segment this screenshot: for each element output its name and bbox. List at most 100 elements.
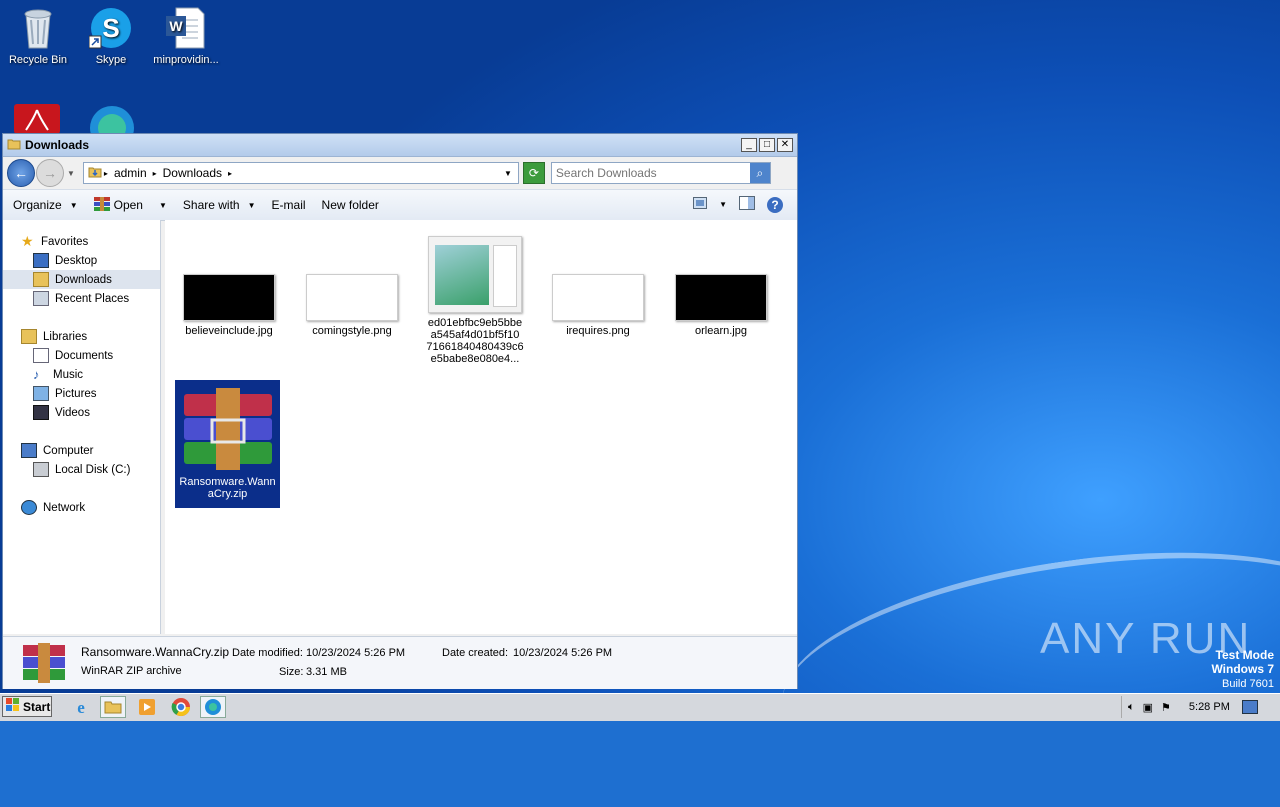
chevron-down-icon: ▼ bbox=[247, 200, 256, 210]
file-item[interactable]: comingstyle.png bbox=[302, 274, 402, 337]
desktop-icon-skype[interactable]: S Skype bbox=[73, 6, 149, 66]
close-button[interactable]: ✕ bbox=[777, 138, 793, 152]
breadcrumb-downloads[interactable]: Downloads bbox=[163, 166, 222, 180]
winrar-small-icon bbox=[93, 196, 110, 214]
nav-favorites[interactable]: ★ Favorites bbox=[3, 232, 160, 251]
forward-button[interactable]: → bbox=[36, 159, 64, 187]
chevron-right-icon[interactable]: ▸ bbox=[153, 169, 157, 178]
organize-menu[interactable]: Organize ▼ bbox=[13, 198, 78, 212]
search-input[interactable] bbox=[551, 165, 750, 181]
details-file-type: WinRAR ZIP archive bbox=[81, 665, 182, 677]
show-desktop-icon[interactable] bbox=[1241, 700, 1258, 714]
preview-pane-icon[interactable] bbox=[739, 196, 755, 213]
nav-music[interactable]: ♪ Music bbox=[3, 365, 160, 384]
nav-videos[interactable]: Videos bbox=[3, 403, 160, 422]
chevron-down-icon[interactable]: ▼ bbox=[719, 200, 727, 209]
chevron-down-icon: ▼ bbox=[158, 200, 167, 210]
word-document-icon: W bbox=[164, 6, 208, 50]
action-center-flag-icon[interactable]: ⚑ bbox=[1161, 701, 1171, 714]
nav-network[interactable]: Network bbox=[3, 498, 160, 517]
image-thumbnail bbox=[183, 274, 275, 321]
nav-label: Documents bbox=[55, 349, 114, 362]
file-item[interactable]: irequires.png bbox=[548, 274, 648, 337]
minimize-button[interactable]: _ bbox=[741, 138, 757, 152]
recent-pages-chevron-icon[interactable]: ▼ bbox=[67, 169, 75, 178]
nav-label: Desktop bbox=[55, 254, 98, 267]
maximize-button[interactable]: □ bbox=[759, 138, 775, 152]
chevron-right-icon[interactable]: ▸ bbox=[228, 169, 232, 178]
music-icon: ♪ bbox=[33, 367, 40, 382]
desktop-icon-word-document[interactable]: W minprovidin... bbox=[148, 6, 224, 66]
chevron-right-icon[interactable]: ▸ bbox=[104, 169, 108, 178]
chrome-icon[interactable] bbox=[168, 696, 194, 718]
star-icon: ★ bbox=[21, 233, 34, 249]
breadcrumb-admin[interactable]: admin bbox=[114, 166, 147, 180]
windows-logo-icon bbox=[6, 698, 20, 715]
file-name: irequires.png bbox=[566, 325, 630, 337]
search-icon[interactable]: ⌕ bbox=[749, 163, 770, 183]
file-name-line: aCry.zip bbox=[207, 488, 248, 500]
address-bar[interactable]: ▸ admin ▸ Downloads ▸ ▼ bbox=[82, 162, 519, 184]
nav-label: Computer bbox=[43, 444, 94, 457]
nav-documents[interactable]: Documents bbox=[3, 346, 160, 365]
folder-icon bbox=[7, 137, 21, 154]
start-button[interactable]: Start bbox=[2, 696, 52, 717]
network-tray-icon[interactable]: ▣ bbox=[1143, 701, 1153, 714]
image-thumbnail bbox=[428, 236, 522, 313]
file-item[interactable]: believeinclude.jpg bbox=[179, 274, 279, 337]
size-value: 3.31 MB bbox=[306, 666, 347, 678]
nav-local-disk[interactable]: Local Disk (C:) bbox=[3, 460, 160, 479]
view-options-icon[interactable] bbox=[693, 197, 708, 212]
address-row: ← → ▼ ▸ admin ▸ Downloads ▸ ▼ ⟳ ⌕ bbox=[3, 157, 797, 189]
pictures-icon bbox=[33, 386, 49, 401]
date-created-value: 10/23/2024 5:26 PM bbox=[513, 647, 613, 659]
nav-libraries[interactable]: Libraries bbox=[3, 327, 160, 346]
organize-label: Organize bbox=[13, 198, 62, 212]
navigation-pane[interactable]: ★ Favorites Desktop Downloads Recent Plac… bbox=[3, 220, 161, 634]
nav-computer[interactable]: Computer bbox=[3, 441, 160, 460]
winrar-archive-icon bbox=[180, 386, 276, 472]
svg-text:e: e bbox=[77, 698, 85, 717]
desktop-icon-recycle-bin[interactable]: Recycle Bin bbox=[0, 6, 76, 66]
nav-downloads[interactable]: Downloads bbox=[3, 270, 160, 289]
volume-icon[interactable]: 🔈︎ bbox=[1128, 701, 1135, 714]
image-thumbnail bbox=[552, 274, 644, 321]
start-label: Start bbox=[23, 699, 51, 714]
desktop-icon-label: Skype bbox=[95, 54, 127, 66]
nav-recent-places[interactable]: Recent Places bbox=[3, 289, 160, 308]
search-box[interactable]: ⌕ bbox=[550, 162, 771, 184]
file-name-line: 71661840480439c6 bbox=[426, 341, 524, 353]
edge-taskbar-icon[interactable] bbox=[200, 696, 226, 718]
chevron-down-icon[interactable]: ▼ bbox=[504, 169, 512, 178]
file-item[interactable]: orlearn.jpg bbox=[671, 274, 771, 337]
share-with-menu[interactable]: Share with ▼ bbox=[183, 198, 256, 212]
desktop-icon-label: minprovidin... bbox=[153, 54, 219, 66]
internet-explorer-icon[interactable]: e bbox=[68, 696, 94, 718]
file-item-selected[interactable]: Ransomware.Wann aCry.zip bbox=[175, 380, 280, 508]
explorer-window[interactable]: Downloads _ □ ✕ ← → ▼ ▸ admin ▸ Download… bbox=[2, 133, 798, 689]
new-folder-button[interactable]: New folder bbox=[322, 198, 379, 212]
email-button[interactable]: E-mail bbox=[272, 198, 306, 212]
nav-pictures[interactable]: Pictures bbox=[3, 384, 160, 403]
file-item[interactable]: ed01ebfbc9eb5bbe a545af4d01bf5f10 716618… bbox=[425, 236, 525, 365]
open-menu[interactable]: Open ▼ bbox=[93, 196, 167, 214]
media-player-icon[interactable] bbox=[134, 696, 160, 718]
help-icon[interactable]: ? bbox=[767, 196, 783, 213]
windows-version-text: Windows 7 bbox=[1211, 662, 1274, 676]
title-bar[interactable]: Downloads _ □ ✕ bbox=[3, 134, 797, 157]
content-area: ★ Favorites Desktop Downloads Recent Plac… bbox=[3, 220, 797, 634]
file-list[interactable]: believeinclude.jpg comingstyle.png ed01e… bbox=[165, 220, 797, 634]
date-modified-value: 10/23/2024 5:26 PM bbox=[306, 647, 406, 659]
videos-icon bbox=[33, 405, 49, 420]
acrobat-icon[interactable] bbox=[14, 104, 60, 134]
nav-desktop[interactable]: Desktop bbox=[3, 251, 160, 270]
file-name: ed01ebfbc9eb5bbe a545af4d01bf5f10 716618… bbox=[425, 317, 525, 365]
clock[interactable]: 5:28 PM bbox=[1189, 701, 1230, 713]
recycle-bin-icon bbox=[16, 6, 60, 50]
svg-text:W: W bbox=[169, 18, 183, 34]
edge-icon[interactable] bbox=[88, 104, 136, 134]
nav-label: Local Disk (C:) bbox=[55, 463, 131, 476]
file-explorer-taskbar-icon[interactable] bbox=[100, 696, 126, 718]
refresh-button[interactable]: ⟳ bbox=[522, 162, 545, 184]
back-button[interactable]: ← bbox=[7, 159, 35, 187]
